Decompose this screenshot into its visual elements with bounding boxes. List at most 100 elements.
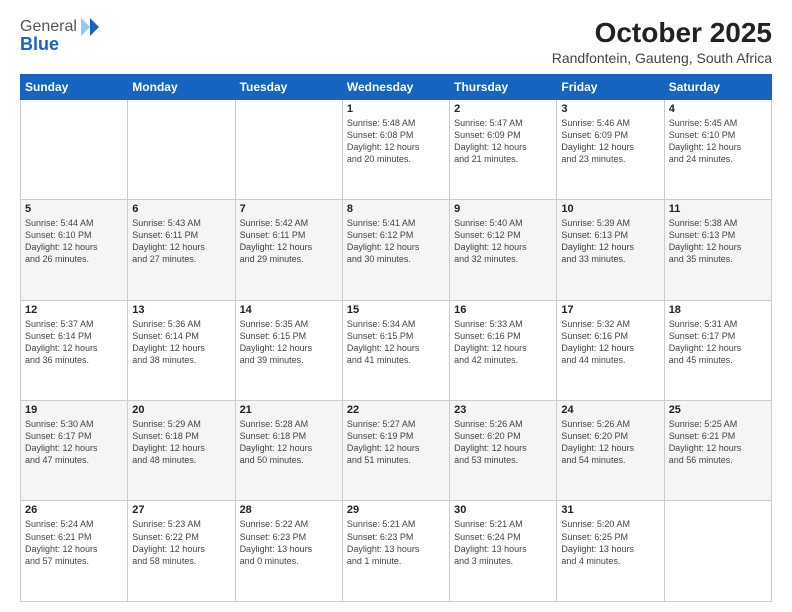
- page-title: October 2025: [552, 16, 772, 50]
- table-row: [128, 99, 235, 199]
- table-row: 9 Sunrise: 5:40 AM Sunset: 6:12 PM Daylig…: [450, 200, 557, 300]
- day-info: Sunrise: 5:26 AM Sunset: 6:20 PM Dayligh…: [561, 418, 659, 467]
- day-number: 22: [347, 404, 445, 416]
- col-header-saturday: Saturday: [664, 74, 771, 99]
- day-number: 5: [25, 203, 123, 215]
- calendar-week-row: 5Sunrise: 5:44 AM Sunset: 6:10 PM Daylig…: [21, 200, 772, 300]
- table-row: 1 Sunrise: 5:48 AM Sunset: 6:08 PM Daylig…: [342, 99, 449, 199]
- day-number: 18: [669, 304, 767, 316]
- calendar-week-row: 12Sunrise: 5:37 AM Sunset: 6:14 PM Dayli…: [21, 300, 772, 400]
- table-row: 21 Sunrise: 5:28 AM Sunset: 6:18 PM Dayli…: [235, 401, 342, 501]
- col-header-wednesday: Wednesday: [342, 74, 449, 99]
- table-row: 19 Sunrise: 5:30 AM Sunset: 6:17 PM Dayli…: [21, 401, 128, 501]
- table-row: 6Sunrise: 5:43 AM Sunset: 6:11 PM Daylig…: [128, 200, 235, 300]
- page: General Blue October 2025 Randfontein, G…: [0, 0, 792, 612]
- calendar-week-row: 1 Sunrise: 5:48 AM Sunset: 6:08 PM Daylig…: [21, 99, 772, 199]
- day-number: 2: [454, 103, 552, 115]
- table-row: 27 Sunrise: 5:23 AM Sunset: 6:22 PM Dayli…: [128, 501, 235, 602]
- day-info: Sunrise: 5:21 AM Sunset: 6:23 PM Dayligh…: [347, 518, 445, 567]
- table-row: 12Sunrise: 5:37 AM Sunset: 6:14 PM Dayli…: [21, 300, 128, 400]
- day-info: Sunrise: 5:48 AM Sunset: 6:08 PM Dayligh…: [347, 117, 445, 166]
- day-number: 21: [240, 404, 338, 416]
- day-number: 29: [347, 504, 445, 516]
- page-subtitle: Randfontein, Gauteng, South Africa: [552, 50, 772, 66]
- day-info: Sunrise: 5:25 AM Sunset: 6:21 PM Dayligh…: [669, 418, 767, 467]
- calendar-week-row: 19 Sunrise: 5:30 AM Sunset: 6:17 PM Dayli…: [21, 401, 772, 501]
- day-number: 3: [561, 103, 659, 115]
- logo: General Blue: [20, 16, 101, 55]
- day-number: 15: [347, 304, 445, 316]
- table-row: 3Sunrise: 5:46 AM Sunset: 6:09 PM Daylig…: [557, 99, 664, 199]
- calendar-week-row: 26 Sunrise: 5:24 AM Sunset: 6:21 PM Dayli…: [21, 501, 772, 602]
- day-number: 1: [347, 103, 445, 115]
- table-row: 26 Sunrise: 5:24 AM Sunset: 6:21 PM Dayli…: [21, 501, 128, 602]
- day-number: 4: [669, 103, 767, 115]
- day-number: 30: [454, 504, 552, 516]
- day-number: 24: [561, 404, 659, 416]
- day-number: 23: [454, 404, 552, 416]
- table-row: 7 Sunrise: 5:42 AM Sunset: 6:11 PM Daylig…: [235, 200, 342, 300]
- day-number: 31: [561, 504, 659, 516]
- day-number: 25: [669, 404, 767, 416]
- table-row: 8 Sunrise: 5:41 AM Sunset: 6:12 PM Daylig…: [342, 200, 449, 300]
- day-info: Sunrise: 5:20 AM Sunset: 6:25 PM Dayligh…: [561, 518, 659, 567]
- table-row: 17Sunrise: 5:32 AM Sunset: 6:16 PM Dayli…: [557, 300, 664, 400]
- table-row: 10Sunrise: 5:39 AM Sunset: 6:13 PM Dayli…: [557, 200, 664, 300]
- day-number: 6: [132, 203, 230, 215]
- day-info: Sunrise: 5:42 AM Sunset: 6:11 PM Dayligh…: [240, 217, 338, 266]
- table-row: 5Sunrise: 5:44 AM Sunset: 6:10 PM Daylig…: [21, 200, 128, 300]
- day-number: 27: [132, 504, 230, 516]
- day-number: 26: [25, 504, 123, 516]
- day-info: Sunrise: 5:22 AM Sunset: 6:23 PM Dayligh…: [240, 518, 338, 567]
- day-info: Sunrise: 5:34 AM Sunset: 6:15 PM Dayligh…: [347, 318, 445, 367]
- day-info: Sunrise: 5:26 AM Sunset: 6:20 PM Dayligh…: [454, 418, 552, 467]
- table-row: [21, 99, 128, 199]
- table-row: 22Sunrise: 5:27 AM Sunset: 6:19 PM Dayli…: [342, 401, 449, 501]
- col-header-friday: Friday: [557, 74, 664, 99]
- header: General Blue October 2025 Randfontein, G…: [20, 16, 772, 66]
- table-row: [664, 501, 771, 602]
- calendar-table: Sunday Monday Tuesday Wednesday Thursday…: [20, 74, 772, 602]
- table-row: 11 Sunrise: 5:38 AM Sunset: 6:13 PM Dayli…: [664, 200, 771, 300]
- day-number: 11: [669, 203, 767, 215]
- day-number: 13: [132, 304, 230, 316]
- calendar-header-row: Sunday Monday Tuesday Wednesday Thursday…: [21, 74, 772, 99]
- table-row: 23 Sunrise: 5:26 AM Sunset: 6:20 PM Dayli…: [450, 401, 557, 501]
- day-info: Sunrise: 5:40 AM Sunset: 6:12 PM Dayligh…: [454, 217, 552, 266]
- day-info: Sunrise: 5:38 AM Sunset: 6:13 PM Dayligh…: [669, 217, 767, 266]
- day-number: 28: [240, 504, 338, 516]
- table-row: 31 Sunrise: 5:20 AM Sunset: 6:25 PM Dayli…: [557, 501, 664, 602]
- table-row: 28 Sunrise: 5:22 AM Sunset: 6:23 PM Dayli…: [235, 501, 342, 602]
- table-row: 13Sunrise: 5:36 AM Sunset: 6:14 PM Dayli…: [128, 300, 235, 400]
- day-info: Sunrise: 5:41 AM Sunset: 6:12 PM Dayligh…: [347, 217, 445, 266]
- day-info: Sunrise: 5:23 AM Sunset: 6:22 PM Dayligh…: [132, 518, 230, 567]
- day-number: 7: [240, 203, 338, 215]
- table-row: 20Sunrise: 5:29 AM Sunset: 6:18 PM Dayli…: [128, 401, 235, 501]
- day-number: 10: [561, 203, 659, 215]
- table-row: 25 Sunrise: 5:25 AM Sunset: 6:21 PM Dayli…: [664, 401, 771, 501]
- day-number: 12: [25, 304, 123, 316]
- day-info: Sunrise: 5:33 AM Sunset: 6:16 PM Dayligh…: [454, 318, 552, 367]
- day-number: 19: [25, 404, 123, 416]
- day-info: Sunrise: 5:24 AM Sunset: 6:21 PM Dayligh…: [25, 518, 123, 567]
- day-number: 9: [454, 203, 552, 215]
- day-number: 8: [347, 203, 445, 215]
- day-info: Sunrise: 5:21 AM Sunset: 6:24 PM Dayligh…: [454, 518, 552, 567]
- col-header-tuesday: Tuesday: [235, 74, 342, 99]
- day-info: Sunrise: 5:31 AM Sunset: 6:17 PM Dayligh…: [669, 318, 767, 367]
- table-row: 16Sunrise: 5:33 AM Sunset: 6:16 PM Dayli…: [450, 300, 557, 400]
- table-row: 14Sunrise: 5:35 AM Sunset: 6:15 PM Dayli…: [235, 300, 342, 400]
- table-row: 4 Sunrise: 5:45 AM Sunset: 6:10 PM Daylig…: [664, 99, 771, 199]
- day-info: Sunrise: 5:32 AM Sunset: 6:16 PM Dayligh…: [561, 318, 659, 367]
- table-row: 30 Sunrise: 5:21 AM Sunset: 6:24 PM Dayli…: [450, 501, 557, 602]
- table-row: 15 Sunrise: 5:34 AM Sunset: 6:15 PM Dayli…: [342, 300, 449, 400]
- table-row: [235, 99, 342, 199]
- day-info: Sunrise: 5:30 AM Sunset: 6:17 PM Dayligh…: [25, 418, 123, 467]
- table-row: 2Sunrise: 5:47 AM Sunset: 6:09 PM Daylig…: [450, 99, 557, 199]
- logo-flag-icon: [79, 16, 101, 38]
- col-header-sunday: Sunday: [21, 74, 128, 99]
- day-info: Sunrise: 5:28 AM Sunset: 6:18 PM Dayligh…: [240, 418, 338, 467]
- day-number: 20: [132, 404, 230, 416]
- day-info: Sunrise: 5:45 AM Sunset: 6:10 PM Dayligh…: [669, 117, 767, 166]
- title-block: October 2025 Randfontein, Gauteng, South…: [552, 16, 772, 66]
